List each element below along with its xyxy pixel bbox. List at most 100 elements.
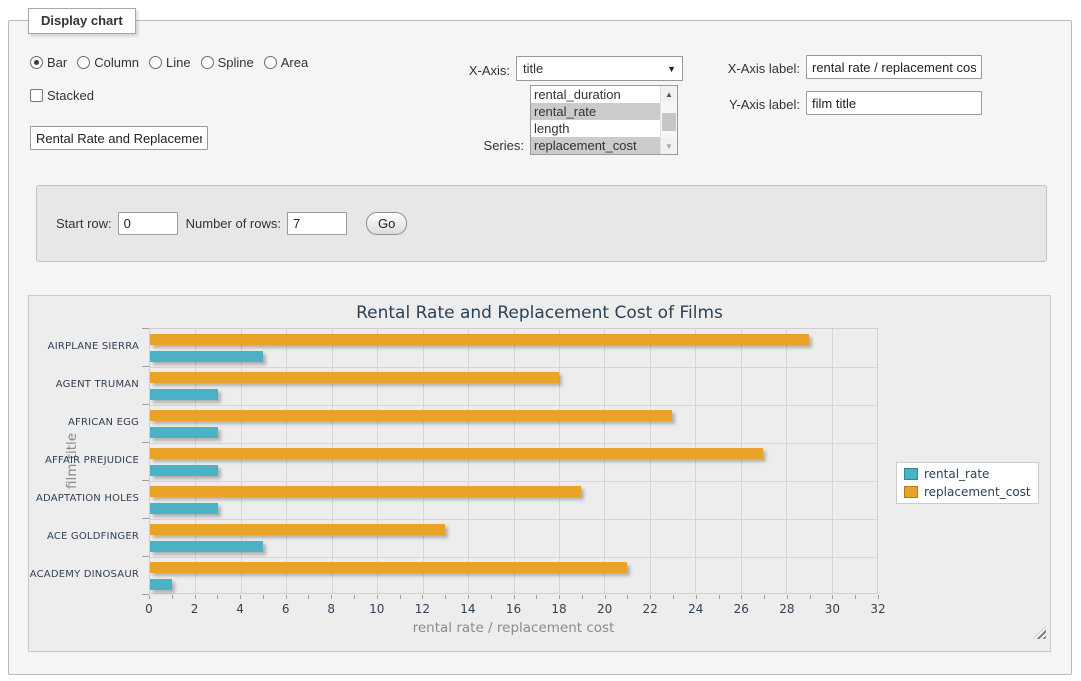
x-axis-minor-tick [149, 595, 150, 599]
x-axis-label-input[interactable] [806, 55, 982, 79]
number-of-rows-input[interactable] [287, 212, 347, 235]
x-axis-minor-tick [172, 595, 173, 599]
x-axis-tick-label: 28 [779, 602, 794, 616]
x-axis-select[interactable]: title ▼ [516, 56, 683, 81]
series-option-replacement_cost[interactable]: replacement_cost [531, 137, 660, 154]
chart-type-option-bar[interactable]: Bar [30, 55, 67, 70]
chart-type-option-column[interactable]: Column [77, 55, 139, 70]
go-button[interactable]: Go [366, 212, 407, 235]
x-axis-minor-tick [400, 595, 401, 599]
radio-icon[interactable] [77, 56, 90, 69]
legend-label: replacement_cost [924, 485, 1031, 499]
category-label: ACADEMY DINOSAUR [29, 569, 139, 580]
y-axis-tick [142, 556, 149, 557]
x-axis-minor-tick [787, 595, 788, 599]
chart-type-option-area[interactable]: Area [264, 55, 308, 70]
chart-title-input[interactable] [30, 126, 208, 150]
x-axis-minor-tick [195, 595, 196, 599]
x-axis-minor-tick [719, 595, 720, 599]
x-axis-minor-tick [308, 595, 309, 599]
x-axis-select-value: title [523, 61, 661, 76]
gridline-vertical [286, 329, 287, 593]
start-row-input[interactable] [118, 212, 178, 235]
series-listbox[interactable]: rental_durationrental_ratelengthreplacem… [530, 85, 678, 155]
bar-replacement_cost [150, 410, 672, 421]
bar-rental_rate [150, 541, 263, 552]
y-axis-tick [142, 328, 149, 329]
x-axis-minor-tick [514, 595, 515, 599]
x-axis-tick-label: 2 [191, 602, 199, 616]
chart-type-option-label: Line [166, 55, 191, 70]
bar-replacement_cost [150, 372, 559, 383]
series-option-rental_rate[interactable]: rental_rate [531, 103, 660, 120]
gridline-vertical [832, 329, 833, 593]
series-option-rental_duration[interactable]: rental_duration [531, 86, 660, 103]
legend-swatch [904, 486, 918, 498]
x-axis-minor-tick [559, 595, 560, 599]
x-axis-title: rental rate / replacement cost [149, 620, 878, 636]
x-axis-tick-label: 12 [415, 602, 430, 616]
series-option-length[interactable]: length [531, 120, 660, 137]
x-axis-minor-tick [764, 595, 765, 599]
stacked-checkbox[interactable] [30, 89, 43, 102]
y-axis-tick [142, 404, 149, 405]
x-axis-tick-label: 4 [236, 602, 244, 616]
x-axis-tick-label: 24 [688, 602, 703, 616]
x-axis-minor-tick [810, 595, 811, 599]
number-of-rows-label: Number of rows: [186, 216, 281, 231]
chart-type-option-line[interactable]: Line [149, 55, 191, 70]
legend-swatch [904, 468, 918, 480]
x-axis-tick-labels: 02468101214161820222426283032 [149, 602, 878, 617]
x-axis-minor-tick [536, 595, 537, 599]
category-label: AIRPLANE SIERRA [29, 341, 139, 352]
radio-icon[interactable] [201, 56, 214, 69]
radio-icon[interactable] [264, 56, 277, 69]
chart-legend: rental_rate replacement_cost [896, 462, 1039, 504]
legend-entry-replacement_cost: replacement_cost [904, 485, 1031, 499]
bar-rental_rate [150, 427, 218, 438]
category-label: AFFAIR PREJUDICE [29, 455, 139, 466]
legend-label: rental_rate [924, 467, 989, 481]
category-label: ADAPTATION HOLES [29, 493, 139, 504]
gridline-vertical [786, 329, 787, 593]
x-axis-tick-label: 30 [825, 602, 840, 616]
bar-rental_rate [150, 465, 218, 476]
start-row-label: Start row: [56, 216, 112, 231]
gridline-vertical [650, 329, 651, 593]
stacked-label: Stacked [47, 88, 94, 103]
category-label: AGENT TRUMAN [29, 379, 139, 390]
scrollbar-thumb[interactable] [662, 113, 676, 131]
bar-replacement_cost [150, 334, 809, 345]
scroll-down-icon[interactable]: ▼ [661, 138, 677, 154]
series-scrollbar[interactable]: ▲ ▼ [660, 86, 677, 154]
x-axis-minor-tick [377, 595, 378, 599]
gridline-horizontal [150, 519, 877, 520]
chart-type-option-label: Spline [218, 55, 254, 70]
x-axis-tick-label: 20 [597, 602, 612, 616]
resize-handle-icon[interactable] [1033, 626, 1046, 639]
radio-icon[interactable] [149, 56, 162, 69]
x-axis-tick-label: 14 [460, 602, 475, 616]
bar-rental_rate [150, 389, 218, 400]
x-axis-minor-tick [696, 595, 697, 599]
chart-type-option-spline[interactable]: Spline [201, 55, 254, 70]
gridline-horizontal [150, 557, 877, 558]
gridline-vertical [468, 329, 469, 593]
y-axis-tick [142, 480, 149, 481]
radio-icon[interactable] [30, 56, 43, 69]
y-axis-tick [142, 518, 149, 519]
y-axis-label-input[interactable] [806, 91, 982, 115]
bar-rental_rate [150, 503, 218, 514]
series-options: rental_durationrental_ratelengthreplacem… [531, 86, 660, 154]
gridline-horizontal [150, 405, 877, 406]
rows-form-panel: Start row: Number of rows: Go [36, 185, 1047, 262]
gridline-vertical [241, 329, 242, 593]
legend-entry-rental_rate: rental_rate [904, 467, 1031, 481]
category-label: AFRICAN EGG [29, 417, 139, 428]
x-axis-minor-tick [468, 595, 469, 599]
scroll-up-icon[interactable]: ▲ [661, 86, 677, 102]
x-axis-minor-tick [240, 595, 241, 599]
x-axis-minor-ticks [149, 595, 878, 600]
stacked-option[interactable]: Stacked [30, 88, 94, 103]
x-axis-select-label: X-Axis: [420, 63, 510, 78]
